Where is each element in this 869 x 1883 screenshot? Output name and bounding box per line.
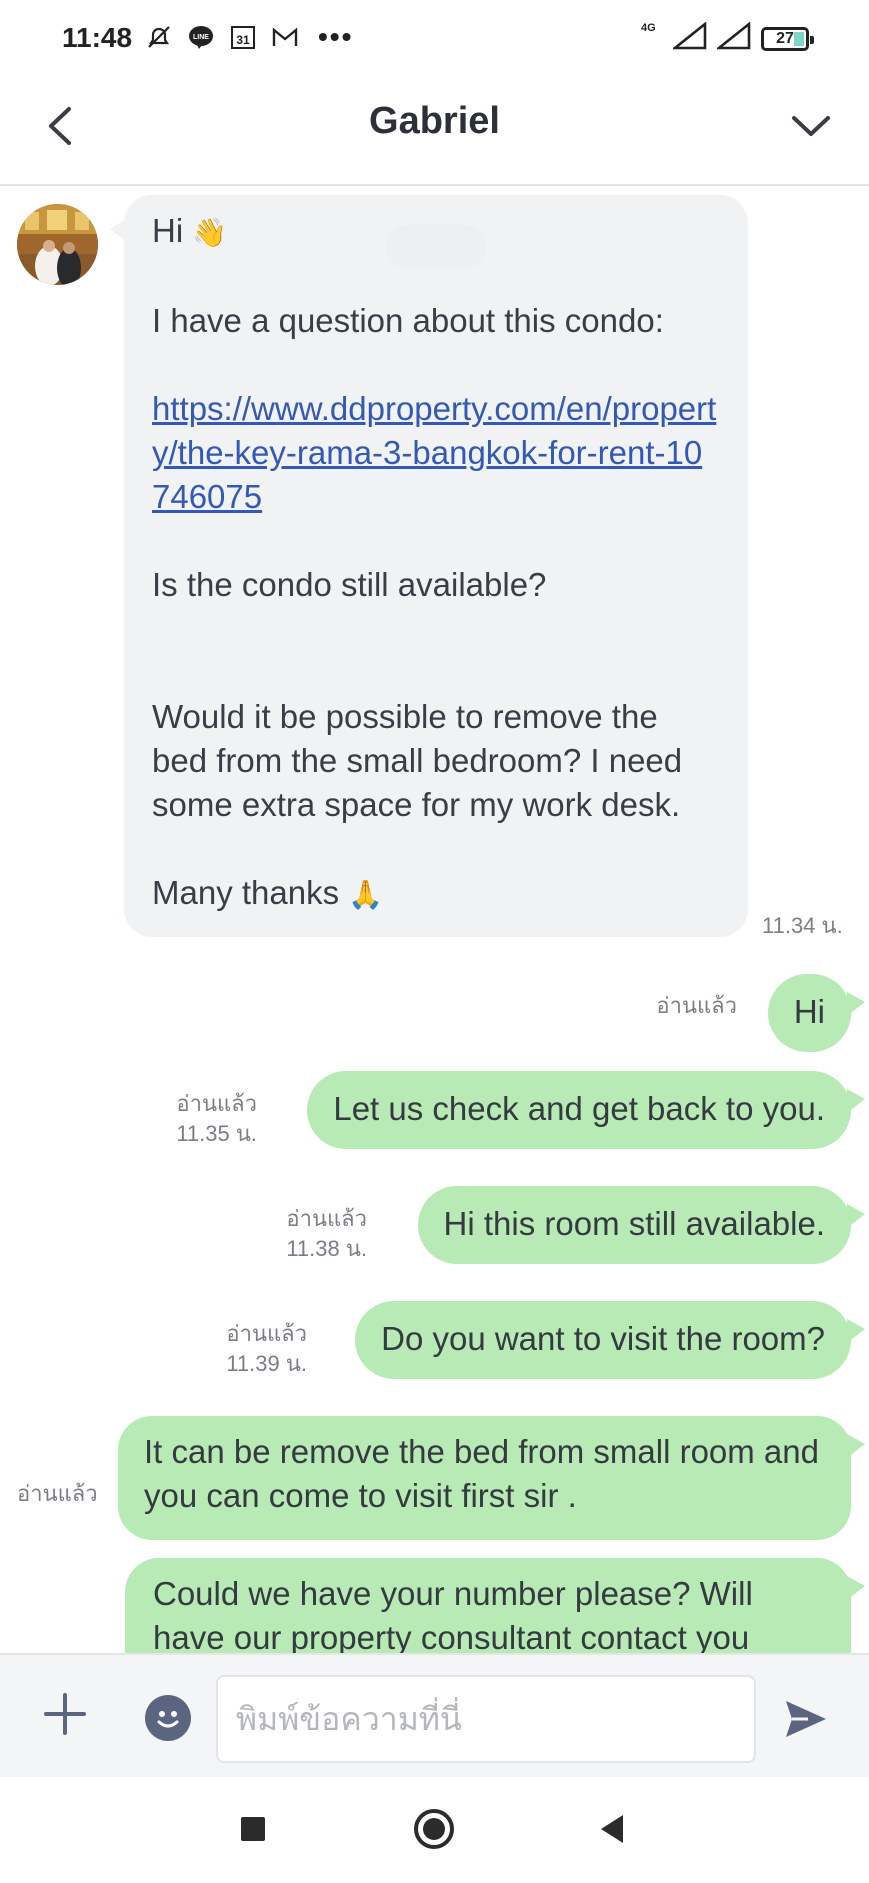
incoming-message-bubble[interactable]: Hi 👋 I have a question about this condo:… (110, 195, 748, 937)
svg-text:31: 31 (236, 33, 250, 47)
outgoing-message-bubble[interactable]: Hi this room still available. (417, 1186, 865, 1264)
message-text: Hi (793, 993, 825, 1030)
faded-badge (386, 225, 486, 269)
greeting-text: Hi (152, 212, 184, 249)
send-button[interactable] (782, 1695, 830, 1743)
read-receipt: อ่านแล้ว (176, 1091, 257, 1116)
read-receipt: อ่านแล้ว (226, 1321, 307, 1346)
message-meta: อ่านแล้ว 11.35 น. (176, 1089, 257, 1149)
availability-question-text: Is the condo still available? (152, 566, 547, 603)
message-line: Many thanks 🙏 (152, 871, 720, 917)
network-type: 4G (641, 22, 656, 34)
send-icon (786, 1701, 826, 1737)
outgoing-message-bubble[interactable]: Do you want to visit the room? (355, 1301, 865, 1379)
chat-menu-button[interactable] (783, 102, 839, 150)
avatar[interactable] (17, 204, 98, 285)
more-notifications-icon: ••• (318, 21, 354, 52)
outgoing-message-bubble[interactable]: Let us check and get back to you. (307, 1071, 865, 1149)
question-text: I have a question about this condo: (152, 302, 664, 339)
calendar-icon: 31 (228, 22, 258, 52)
read-receipt: อ่านแล้ว (17, 1481, 98, 1506)
chevron-down-icon (792, 116, 830, 136)
message-text: Could we have your number please? Will h… (153, 1575, 753, 1653)
gmail-icon (270, 22, 300, 52)
status-system-icons: 4G 27 (641, 21, 814, 55)
message-meta: อ่านแล้ว 11.39 น. (226, 1319, 307, 1379)
message-input[interactable] (216, 1675, 756, 1763)
battery-level: 27 (776, 29, 794, 47)
message-text: It can be remove the bed from small room… (144, 1433, 819, 1514)
nav-back-icon (601, 1815, 623, 1843)
signal-icon: 4G (641, 21, 707, 55)
message-meta: อ่านแล้ว 11.38 น. (286, 1204, 367, 1264)
status-notification-icons: LINE 31 ••• (144, 22, 353, 52)
outgoing-message-bubble[interactable]: It can be remove the bed from small room… (118, 1416, 865, 1540)
line-app-icon: LINE (186, 22, 216, 52)
status-bar: 11:48 LINE 31 ••• 4G 27 (0, 0, 869, 78)
signal-icon-2 (715, 21, 751, 55)
message-text: Do you want to visit the room? (381, 1320, 825, 1357)
outgoing-message-bubble[interactable]: Hi (767, 974, 865, 1052)
wave-emoji: 👋 (192, 216, 228, 249)
chat-header: Gabriel (0, 78, 869, 186)
chat-title: Gabriel (369, 100, 500, 142)
recent-apps-button[interactable] (233, 1809, 273, 1849)
message-timestamp: 11.39 น. (226, 1351, 307, 1376)
nav-recent-icon (241, 1817, 265, 1841)
nav-home-icon (414, 1809, 454, 1849)
sticker-button[interactable] (145, 1695, 191, 1741)
svg-text:LINE: LINE (193, 34, 209, 41)
message-text: Hi this room still available. (443, 1205, 825, 1242)
outgoing-message-bubble[interactable]: Could we have your number please? Will h… (125, 1558, 865, 1653)
read-receipt: อ่านแล้ว (286, 1206, 367, 1231)
message-timestamp: 11.35 น. (176, 1121, 257, 1146)
pray-emoji: 🙏 (348, 878, 384, 911)
home-button[interactable] (412, 1807, 456, 1851)
battery-icon: 27 (761, 26, 814, 51)
system-back-button[interactable] (593, 1809, 633, 1849)
message-timestamp: 11.34 น. (762, 913, 843, 938)
system-nav-bar (0, 1777, 869, 1883)
avatar-photo (17, 204, 98, 285)
sticker-icon (157, 1711, 179, 1728)
plus-icon (44, 1693, 86, 1735)
message-text: Let us check and get back to you. (333, 1090, 825, 1127)
thanks-text: Many thanks (152, 874, 340, 911)
chat-area[interactable]: Hi 👋 I have a question about this condo:… (0, 187, 869, 1653)
add-attachment-button[interactable] (40, 1689, 90, 1739)
property-link[interactable]: https://www.ddproperty.com/en/property/t… (152, 390, 716, 515)
read-receipt: อ่านแล้ว (656, 993, 737, 1018)
status-time: 11:48 (62, 22, 133, 53)
request-text: Would it be possible to remove the bed f… (152, 698, 683, 823)
message-timestamp: 11.38 น. (286, 1236, 367, 1261)
mute-icon (144, 22, 174, 52)
message-input-bar (0, 1653, 869, 1777)
